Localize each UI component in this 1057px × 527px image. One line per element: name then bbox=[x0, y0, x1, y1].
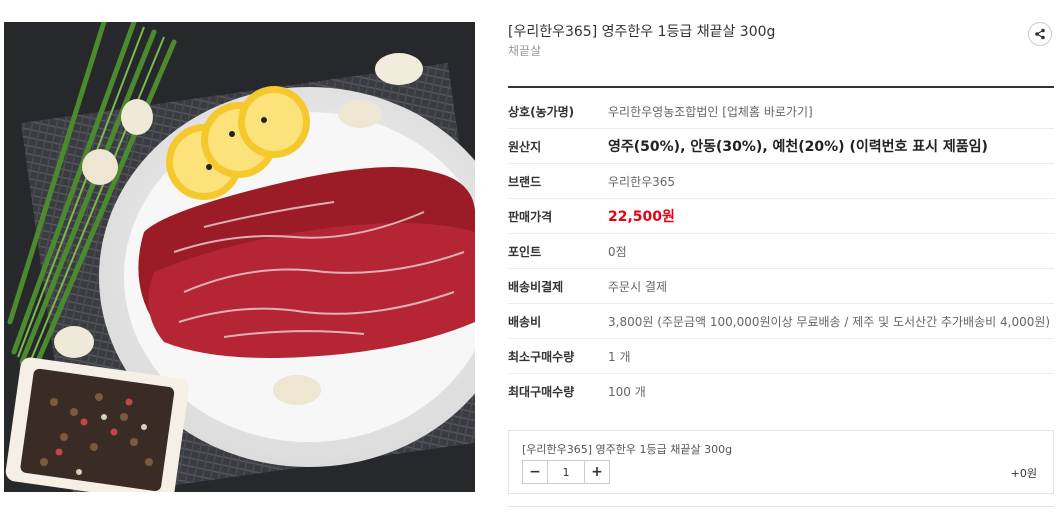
info-value: 영주(50%), 안동(30%), 예천(20%) (이력번호 표시 제품임) bbox=[608, 139, 988, 155]
info-label: 원산지 bbox=[508, 139, 542, 154]
product-info-table: 상호(농가명) 우리한우영농조합법인 [업체홈 바로가기] 원산지 영주(50%… bbox=[508, 94, 1054, 409]
option-price: +0원 bbox=[1010, 467, 1037, 480]
info-row-price: 판매가격 22,500원 bbox=[508, 199, 1054, 234]
seller-link[interactable]: 우리한우영농조합법인 [업체홈 바로가기] bbox=[608, 103, 813, 120]
info-value: 주문시 결제 bbox=[608, 279, 668, 294]
info-row-brand: 브랜드 우리한우365 bbox=[508, 164, 1054, 199]
share-button[interactable] bbox=[1028, 22, 1052, 46]
sale-price: 22,500원 bbox=[608, 209, 675, 225]
info-row-shipping-payment: 배송비결제 주문시 결제 bbox=[508, 269, 1054, 304]
info-label: 판매가격 bbox=[508, 209, 553, 224]
product-info-panel: [우리한우365] 영주한우 1등급 채끝살 300g 채끝살 상호(농가명) … bbox=[508, 0, 1054, 527]
quantity-input[interactable]: 1 bbox=[548, 460, 584, 484]
product-subtitle: 채끝살 bbox=[508, 44, 542, 58]
info-label: 배송비 bbox=[508, 314, 542, 329]
quantity-stepper: − 1 + bbox=[522, 460, 610, 484]
info-row-shipping-fee: 배송비 3,800원 (주문금액 100,000원이상 무료배송 / 제주 및 … bbox=[508, 304, 1054, 339]
decrease-quantity-button[interactable]: − bbox=[522, 460, 548, 484]
bottom-divider bbox=[508, 506, 1054, 507]
info-row-max-qty: 최대구매수량 100 개 bbox=[508, 374, 1054, 409]
header-divider bbox=[508, 86, 1054, 88]
share-icon bbox=[1035, 28, 1045, 40]
info-label: 상호(농가명) bbox=[508, 104, 575, 119]
info-row-origin: 원산지 영주(50%), 안동(30%), 예천(20%) (이력번호 표시 제… bbox=[508, 129, 1054, 164]
info-label: 브랜드 bbox=[508, 174, 542, 189]
info-label: 배송비결제 bbox=[508, 279, 564, 294]
info-value: 0점 bbox=[608, 244, 627, 259]
increase-quantity-button[interactable]: + bbox=[584, 460, 610, 484]
info-label: 최소구매수량 bbox=[508, 349, 575, 364]
option-name: [우리한우365] 영주한우 1등급 채끝살 300g bbox=[522, 443, 733, 456]
info-row-points: 포인트 0점 bbox=[508, 234, 1054, 269]
product-title: [우리한우365] 영주한우 1등급 채끝살 300g bbox=[508, 24, 776, 40]
info-label: 최대구매수량 bbox=[508, 385, 575, 399]
info-row-min-qty: 최소구매수량 1 개 bbox=[508, 339, 1054, 374]
info-value: 3,800원 (주문금액 100,000원이상 무료배송 / 제주 및 도서산간… bbox=[608, 314, 1051, 329]
info-value: 100 개 bbox=[608, 385, 646, 399]
selected-option-box: [우리한우365] 영주한우 1등급 채끝살 300g − 1 + +0원 bbox=[508, 430, 1054, 494]
info-value: 1 개 bbox=[608, 349, 631, 364]
info-label: 포인트 bbox=[508, 244, 542, 259]
info-value: 우리한우365 bbox=[608, 174, 676, 189]
product-image bbox=[4, 22, 475, 492]
info-row-seller: 상호(농가명) 우리한우영농조합법인 [업체홈 바로가기] bbox=[508, 94, 1054, 129]
